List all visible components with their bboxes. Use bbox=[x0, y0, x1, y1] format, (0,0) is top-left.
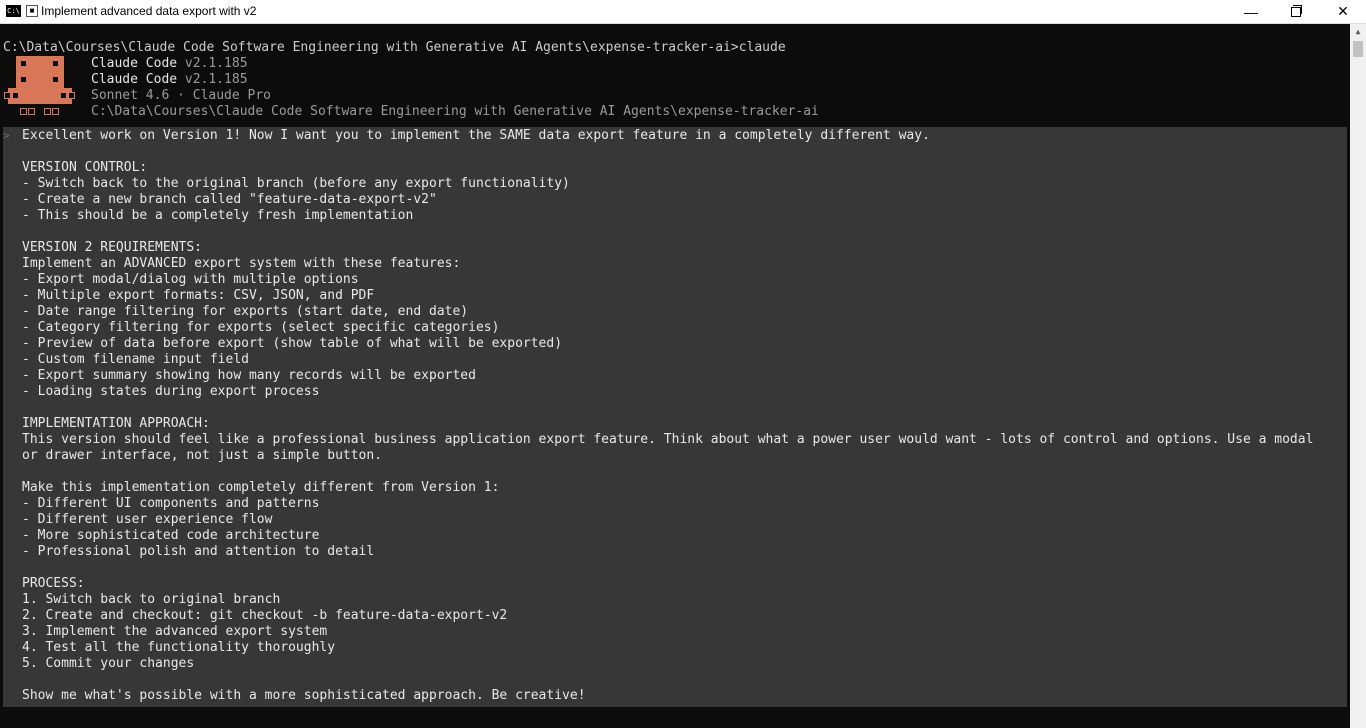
message-line: Implement an ADVANCED export system with… bbox=[22, 256, 461, 271]
message-line: Excellent work on Version 1! Now I want … bbox=[22, 128, 930, 143]
message-line: - This should be a completely fresh impl… bbox=[22, 208, 414, 223]
message-caret-icon: > bbox=[3, 129, 10, 142]
header-cwd: C:\Data\Courses\Claude Code Software Eng… bbox=[91, 104, 819, 119]
vertical-scrollbar[interactable]: ▲ bbox=[1350, 24, 1366, 728]
message-line: or drawer interface, not just a simple b… bbox=[22, 448, 383, 463]
user-message-block: Excellent work on Version 1! Now I want … bbox=[3, 127, 1347, 707]
header-model-plan: Sonnet 4.6 · Claude Pro bbox=[91, 88, 272, 103]
message-line: - Date range filtering for exports (star… bbox=[22, 304, 469, 319]
message-line: - Create a new branch called "feature-da… bbox=[22, 192, 437, 207]
message-line: - Preview of data before export (show ta… bbox=[22, 336, 563, 351]
message-line: 3. Implement the advanced export system bbox=[22, 624, 328, 639]
message-line: - Loading states during export process bbox=[22, 384, 320, 399]
header-app-name: Claude Code bbox=[91, 56, 178, 71]
message-line: - Professional polish and attention to d… bbox=[22, 544, 375, 559]
minimize-icon: — bbox=[1244, 3, 1258, 20]
message-line: This version should feel like a professi… bbox=[22, 432, 1314, 447]
message-line: - Different UI components and patterns bbox=[22, 496, 320, 511]
message-line: 4. Test all the functionality thoroughly bbox=[22, 640, 336, 655]
message-line: 1. Switch back to original branch bbox=[22, 592, 281, 607]
message-line: PROCESS: bbox=[22, 576, 85, 591]
message-line: IMPLEMENTATION APPROACH: bbox=[22, 416, 210, 431]
message-line: 2. Create and checkout: git checkout -b … bbox=[22, 608, 508, 623]
message-line: - More sophisticated code architecture bbox=[22, 528, 320, 543]
message-line: Make this implementation completely diff… bbox=[22, 480, 500, 495]
message-line: - Category filtering for exports (select… bbox=[22, 320, 500, 335]
message-line: Show me what's possible with a more soph… bbox=[22, 688, 586, 703]
message-line: - Export summary showing how many record… bbox=[22, 368, 476, 383]
message-line: - Different user experience flow bbox=[22, 512, 273, 527]
header-line-2: Claude Code v2.1.185 bbox=[91, 72, 248, 88]
window-titlebar: C:\ ■ Implement advanced data export wit… bbox=[0, 0, 1366, 24]
message-line: - Multiple export formats: CSV, JSON, an… bbox=[22, 288, 375, 303]
header-app-name: Claude Code bbox=[91, 72, 178, 87]
scroll-thumb[interactable] bbox=[1353, 41, 1363, 57]
close-icon: ✕ bbox=[1337, 3, 1349, 19]
header-version: v2.1.185 bbox=[184, 56, 248, 71]
header-line-1: Claude Code v2.1.185 bbox=[91, 56, 248, 72]
command-line: C:\Data\Courses\Claude Code Software Eng… bbox=[3, 40, 786, 55]
window-title: Implement advanced data export with v2 bbox=[41, 4, 257, 18]
message-line: VERSION CONTROL: bbox=[22, 160, 148, 175]
message-line: VERSION 2 REQUIREMENTS: bbox=[22, 240, 203, 255]
close-button[interactable]: ✕ bbox=[1320, 0, 1366, 23]
message-line: - Custom filename input field bbox=[22, 352, 249, 367]
message-line: - Switch back to the original branch (be… bbox=[22, 176, 570, 191]
message-line: - Export modal/dialog with multiple opti… bbox=[22, 272, 359, 287]
restore-button[interactable] bbox=[1274, 0, 1320, 23]
message-line: 5. Commit your changes bbox=[22, 656, 195, 671]
window-state-icon: ■ bbox=[26, 5, 38, 17]
console-app-icon: C:\ bbox=[6, 5, 21, 17]
claude-logo-icon bbox=[4, 56, 76, 120]
header-version: v2.1.185 bbox=[184, 72, 248, 87]
minimize-button[interactable]: — bbox=[1228, 0, 1274, 23]
scroll-up-arrow-icon[interactable]: ▲ bbox=[1350, 24, 1366, 40]
